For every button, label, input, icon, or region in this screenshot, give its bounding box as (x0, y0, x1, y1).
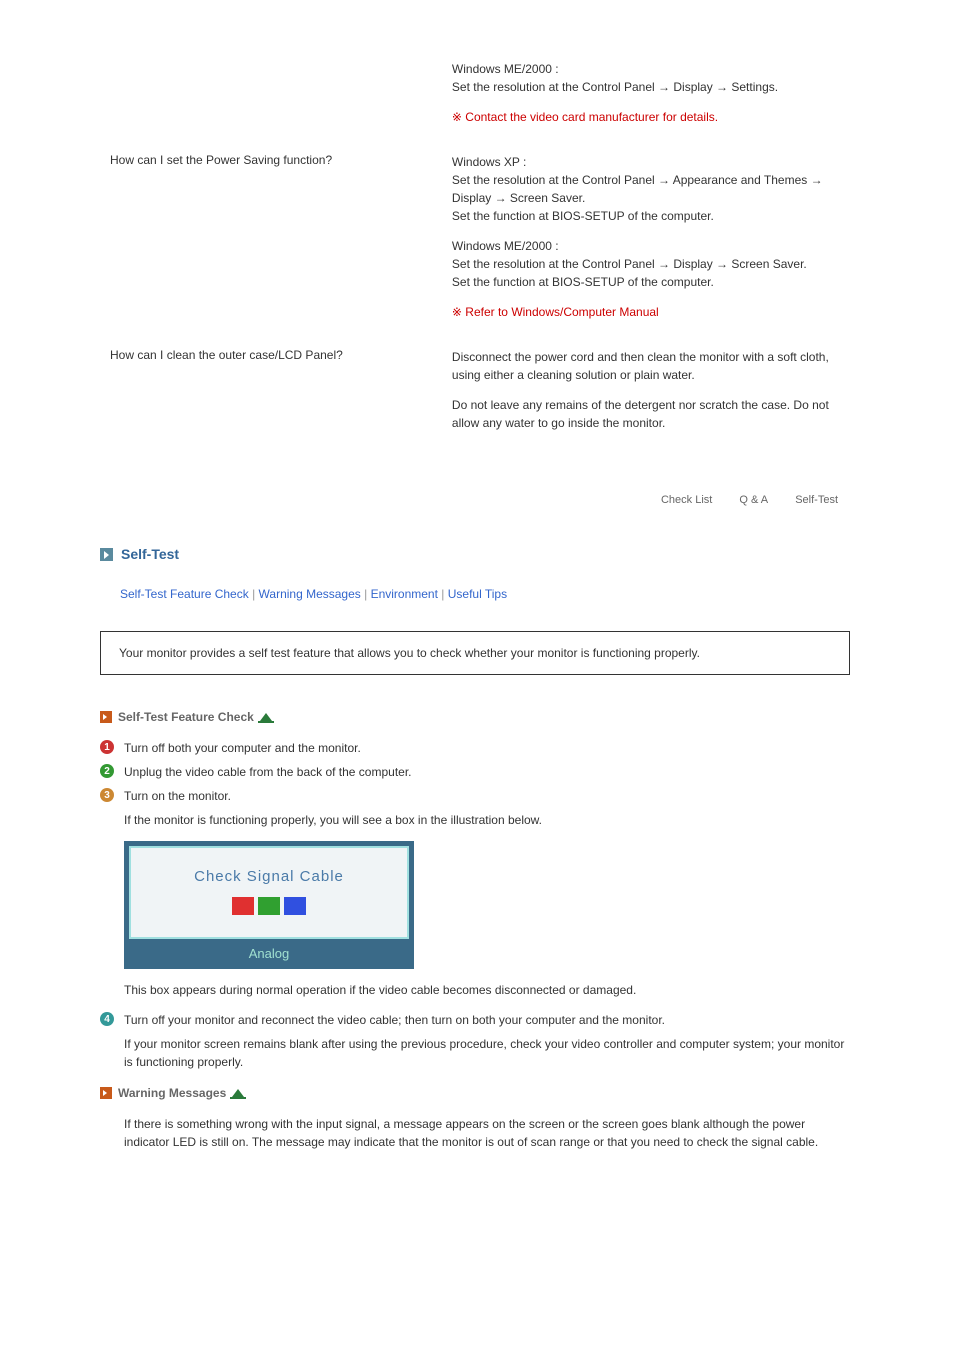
note-text: ※ Contact the video card manufacturer fo… (452, 108, 840, 126)
red-square-icon (232, 897, 254, 915)
warning-paragraph: If there is something wrong with the inp… (124, 1115, 850, 1151)
subsection-header: Warning Messages (100, 1086, 850, 1100)
play-icon (100, 1087, 112, 1099)
top-arrow-icon[interactable] (232, 1089, 244, 1097)
qa-question-cell: How can I set the Power Saving function? (100, 153, 442, 348)
page-container: Windows ME/2000 : Set the resolution at … (100, 0, 850, 1151)
top-arrow-icon[interactable] (260, 713, 272, 721)
step-item: 2 Unplug the video cable from the back o… (100, 763, 850, 781)
step-text: Turn off both your computer and the moni… (124, 739, 361, 757)
section-header: Self-Test (100, 546, 850, 562)
nav-qa[interactable]: Q & A (739, 494, 768, 506)
answer-text: Windows XP : Set the resolution at the C… (452, 153, 840, 225)
step-number-3-icon: 3 (100, 788, 114, 802)
subsection-title: Warning Messages (118, 1086, 226, 1100)
step-text: Turn on the monitor. (124, 787, 231, 805)
qa-answer-cell: Windows ME/2000 : Set the resolution at … (442, 60, 850, 153)
step-content: If your monitor screen remains blank aft… (124, 1035, 850, 1071)
qa-answer-cell: Disconnect the power cord and then clean… (442, 348, 850, 459)
answer-text: Do not leave any remains of the detergen… (452, 396, 840, 432)
info-box: Your monitor provides a self test featur… (100, 631, 850, 675)
signal-text: Check Signal Cable (141, 868, 397, 885)
nav-selftest[interactable]: Self-Test (795, 494, 838, 506)
step-content: If the monitor is functioning properly, … (124, 811, 850, 829)
table-row: How can I clean the outer case/LCD Panel… (100, 348, 850, 459)
step-list: 1 Turn off both your computer and the mo… (100, 739, 850, 1071)
subsection-title: Self-Test Feature Check (118, 710, 254, 724)
step-text: Turn off your monitor and reconnect the … (124, 1011, 665, 1029)
table-row: How can I set the Power Saving function?… (100, 153, 850, 348)
signal-inner: Check Signal Cable (129, 846, 409, 939)
blue-square-icon (284, 897, 306, 915)
section-title: Self-Test (121, 546, 179, 562)
signal-footer: Analog (129, 943, 409, 964)
step-item: 3 Turn on the monitor. (100, 787, 850, 805)
answer-text: Windows ME/2000 : Set the resolution at … (452, 237, 840, 291)
qa-table: Windows ME/2000 : Set the resolution at … (100, 60, 850, 459)
sub-links: Self-Test Feature Check | Warning Messag… (120, 587, 850, 601)
step-item: 4 Turn off your monitor and reconnect th… (100, 1011, 850, 1029)
step-item: 1 Turn off both your computer and the mo… (100, 739, 850, 757)
step-number-1-icon: 1 (100, 740, 114, 754)
nav-links: Check List Q & A Self-Test (100, 459, 850, 526)
link-selftest-check[interactable]: Self-Test Feature Check (120, 587, 249, 601)
step-text: Unplug the video cable from the back of … (124, 763, 412, 781)
qa-question-cell (100, 60, 442, 153)
color-squares (141, 897, 397, 915)
nav-checklist[interactable]: Check List (661, 494, 712, 506)
answer-text: Windows ME/2000 : Set the resolution at … (452, 60, 840, 96)
note-text: ※ Refer to Windows/Computer Manual (452, 303, 840, 321)
qa-question-cell: How can I clean the outer case/LCD Panel… (100, 348, 442, 459)
step-number-4-icon: 4 (100, 1012, 114, 1026)
subsection-header: Self-Test Feature Check (100, 710, 850, 724)
answer-text: Disconnect the power cord and then clean… (452, 348, 840, 384)
step-content: This box appears during normal operation… (124, 981, 850, 999)
link-warning-messages[interactable]: Warning Messages (259, 587, 361, 601)
step-number-2-icon: 2 (100, 764, 114, 778)
qa-answer-cell: Windows XP : Set the resolution at the C… (442, 153, 850, 348)
table-row: Windows ME/2000 : Set the resolution at … (100, 60, 850, 153)
link-environment[interactable]: Environment (371, 587, 438, 601)
play-icon (100, 548, 113, 561)
play-icon (100, 711, 112, 723)
signal-cable-illustration: Check Signal Cable Analog (124, 841, 414, 969)
green-square-icon (258, 897, 280, 915)
link-useful-tips[interactable]: Useful Tips (448, 587, 507, 601)
